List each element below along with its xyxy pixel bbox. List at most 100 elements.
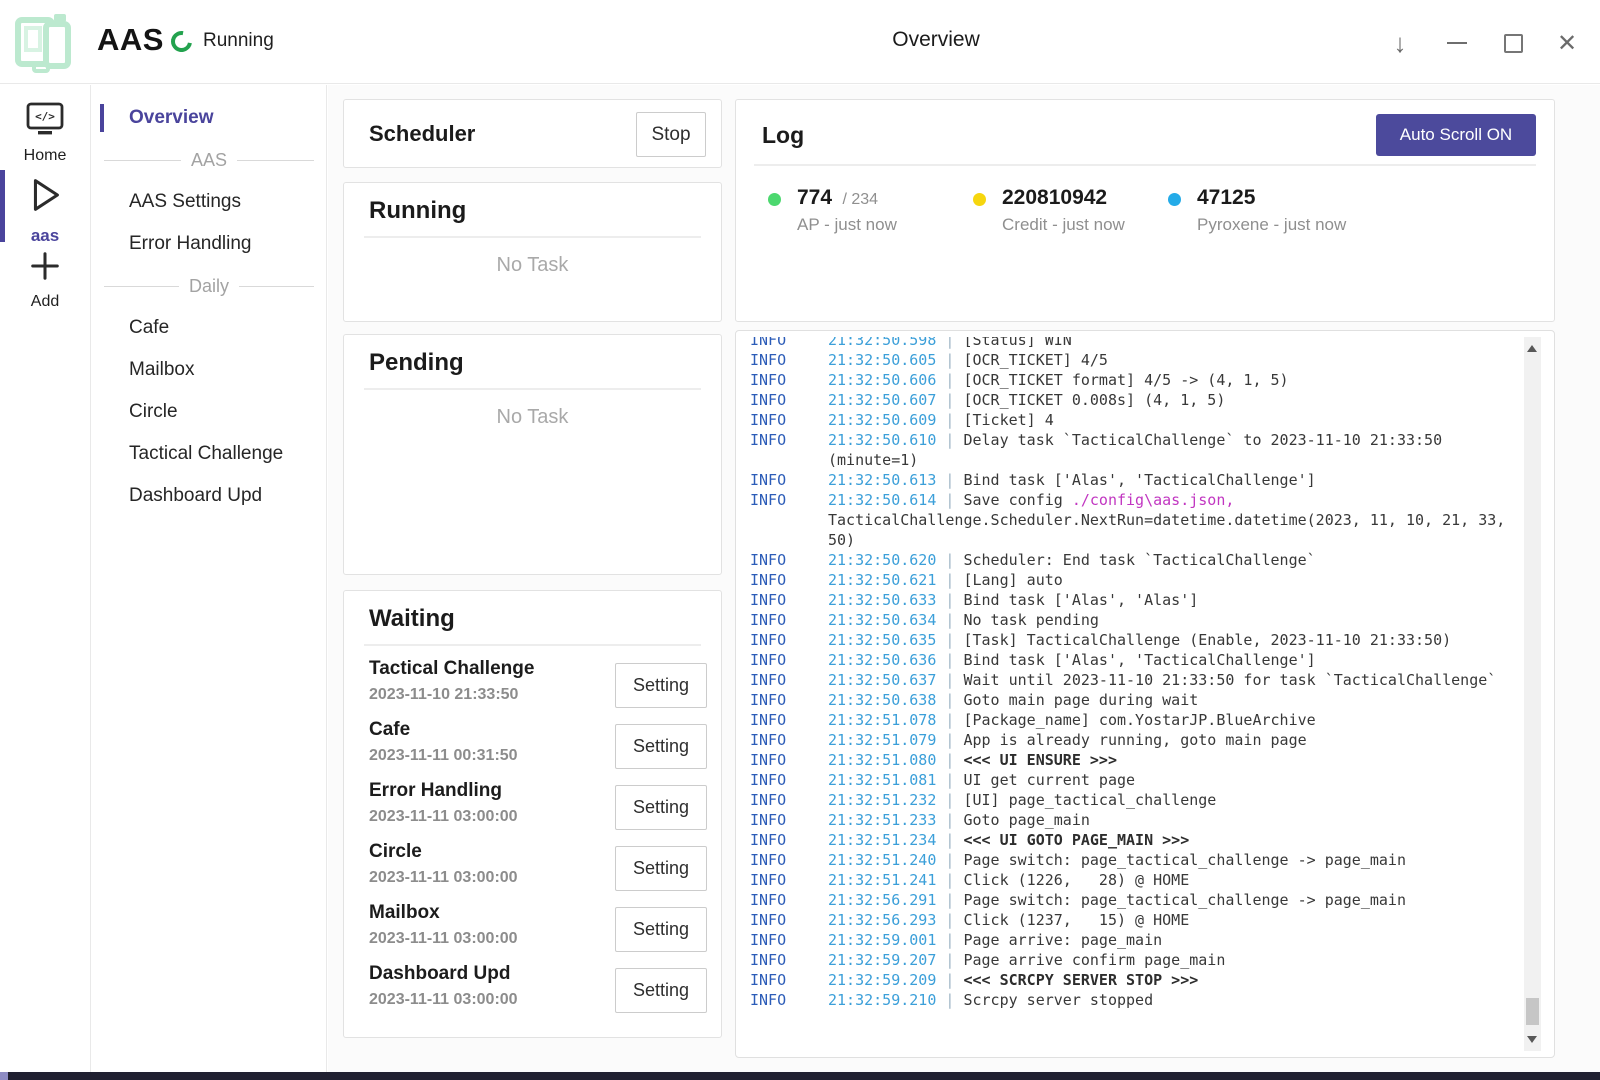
setting-button-tactical-challenge[interactable]: Setting — [615, 663, 707, 708]
log-message: 21:32:50.634 | No task pending — [828, 610, 1508, 630]
waiting-task-next-run: 2023-11-10 21:33:50 — [369, 686, 518, 704]
sidebar-item-mailbox[interactable]: Mailbox — [92, 349, 326, 391]
titlebar: AAS Running Overview ↓ ✕ — [0, 0, 1600, 84]
setting-button-dashboard-upd[interactable]: Setting — [615, 968, 707, 1013]
sidebar-item-tactical-challenge[interactable]: Tactical Challenge — [92, 433, 326, 475]
log-level: INFO — [750, 550, 828, 570]
log-message: 21:32:51.234 | <<< UI GOTO PAGE_MAIN >>> — [828, 830, 1508, 850]
log-message: 21:32:51.240 | Page switch: page_tactica… — [828, 850, 1508, 870]
waiting-task-name: Dashboard Upd — [369, 963, 510, 985]
log-message: 21:32:51.233 | Goto page_main — [828, 810, 1508, 830]
log-message: 21:32:51.080 | <<< UI ENSURE >>> — [828, 750, 1508, 770]
log-message: 21:32:56.291 | Page switch: page_tactica… — [828, 890, 1508, 910]
setting-button-mailbox[interactable]: Setting — [615, 907, 707, 952]
scrollbar-up-arrow-icon[interactable] — [1527, 345, 1537, 352]
setting-button-error-handling[interactable]: Setting — [615, 785, 707, 830]
scheduler-stop-button[interactable]: Stop — [636, 112, 706, 157]
log-message: 21:32:50.636 | Bind task ['Alas', 'Tacti… — [828, 650, 1508, 670]
log-message: 21:32:51.079 | App is already running, g… — [828, 730, 1508, 750]
log-message: 21:32:50.598 | [Status] WIN — [828, 337, 1508, 350]
sidebar-item-cafe[interactable]: Cafe — [92, 307, 326, 349]
log-line: INFO 21:32:50.633 | Bind task ['Alas', '… — [750, 590, 1508, 610]
sidebar-item-circle[interactable]: Circle — [92, 391, 326, 433]
waiting-task-name: Cafe — [369, 719, 410, 741]
nav-item-label: Tactical Challenge — [129, 443, 283, 464]
page-title: Overview — [836, 28, 1036, 52]
running-card: Running No Task — [343, 182, 722, 322]
log-line: INFO 21:32:59.209 | <<< SCRCPY SERVER ST… — [750, 970, 1508, 990]
log-line: INFO 21:32:50.638 | Goto main page durin… — [750, 690, 1508, 710]
maximize-button[interactable] — [1494, 24, 1532, 62]
icon-rail: </> Home aas Add — [0, 85, 91, 1072]
scheduler-status-text: Running — [203, 30, 274, 52]
log-message: 21:32:50.621 | [Lang] auto — [828, 570, 1508, 590]
scrollbar-down-arrow-icon[interactable] — [1527, 1036, 1537, 1043]
log-level: INFO — [750, 910, 828, 930]
stat-value: 220810942 — [1002, 186, 1107, 209]
log-level: INFO — [750, 830, 828, 850]
log-level: INFO — [750, 990, 828, 1010]
log-message: 21:32:50.613 | Bind task ['Alas', 'Tacti… — [828, 470, 1508, 490]
log-message: 21:32:50.614 | Save config ./config\aas.… — [828, 490, 1508, 550]
log-message: 21:32:50.635 | [Task] TacticalChallenge … — [828, 630, 1508, 650]
sidebar-item-dashboard-upd[interactable]: Dashboard Upd — [92, 475, 326, 517]
log-line: INFO 21:32:51.234 | <<< UI GOTO PAGE_MAI… — [750, 830, 1508, 850]
auto-scroll-toggle-button[interactable]: Auto Scroll ON — [1376, 114, 1536, 156]
stat-dot-icon — [768, 193, 781, 206]
log-line: INFO 21:32:51.079 | App is already runni… — [750, 730, 1508, 750]
waiting-task-list: Tactical Challenge 2023-11-10 21:33:50 S… — [344, 646, 721, 1020]
waiting-task-next-run: 2023-11-11 03:00:00 — [369, 991, 518, 1009]
rail-item-add[interactable]: Add — [0, 249, 90, 311]
rail-item-aas[interactable]: aas — [0, 171, 90, 246]
sidebar-group-divider: Daily — [92, 265, 326, 307]
close-button[interactable]: ✕ — [1548, 24, 1586, 62]
divider-label: AAS — [191, 150, 227, 171]
log-line: INFO 21:32:50.634 | No task pending — [750, 610, 1508, 630]
log-level: INFO — [750, 570, 828, 590]
rail-item-home[interactable]: </> Home — [0, 101, 90, 165]
log-scrollbar-thumb[interactable] — [1526, 998, 1539, 1025]
waiting-task-name: Mailbox — [369, 902, 440, 924]
log-level: INFO — [750, 690, 828, 710]
stat-suffix: / 234 — [838, 191, 878, 208]
log-level: INFO — [750, 650, 828, 670]
sidebar-item-error-handling[interactable]: Error Handling — [92, 223, 326, 265]
sidebar-item-overview[interactable]: Overview — [92, 97, 326, 139]
waiting-task-name: Tactical Challenge — [369, 658, 534, 680]
log-line: INFO 21:32:50.636 | Bind task ['Alas', '… — [750, 650, 1508, 670]
setting-button-cafe[interactable]: Setting — [615, 724, 707, 769]
running-spinner-icon — [167, 27, 196, 56]
log-line: INFO 21:32:56.291 | Page switch: page_ta… — [750, 890, 1508, 910]
log-message: 21:32:56.293 | Click (1237, 15) @ HOME — [828, 910, 1508, 930]
plus-icon — [27, 249, 63, 283]
log-scrollbar[interactable] — [1524, 337, 1541, 1051]
minimize-icon — [1447, 42, 1467, 44]
setting-button-circle[interactable]: Setting — [615, 846, 707, 891]
log-line: INFO 21:32:50.637 | Wait until 2023-11-1… — [750, 670, 1508, 690]
log-line: INFO 21:32:50.613 | Bind task ['Alas', '… — [750, 470, 1508, 490]
log-message: 21:32:59.209 | <<< SCRCPY SERVER STOP >>… — [828, 970, 1508, 990]
waiting-task-row: Mailbox 2023-11-11 03:00:00 Setting — [344, 898, 721, 959]
log-line: INFO 21:32:51.078 | [Package_name] com.Y… — [750, 710, 1508, 730]
divider-line — [104, 286, 179, 287]
stat-pyroxene: 47125 Pyroxene - just now — [1168, 186, 1346, 235]
divider-line — [237, 160, 314, 161]
collapse-window-button[interactable]: ↓ — [1381, 24, 1419, 62]
minimize-button[interactable] — [1438, 24, 1476, 62]
nav-item-label: Cafe — [129, 317, 169, 338]
svg-text:</>: </> — [35, 110, 55, 123]
divider-line — [104, 160, 181, 161]
log-level: INFO — [750, 750, 828, 770]
running-empty-text: No Task — [344, 254, 721, 277]
log-level: INFO — [750, 790, 828, 810]
divider-label: Daily — [189, 276, 229, 297]
log-level: INFO — [750, 730, 828, 750]
stat-ap: 774 / 234 AP - just now — [768, 186, 897, 235]
waiting-title: Waiting — [344, 591, 721, 644]
log-message: 21:32:50.637 | Wait until 2023-11-10 21:… — [828, 670, 1508, 690]
log-line: INFO 21:32:56.293 | Click (1237, 15) @ H… — [750, 910, 1508, 930]
waiting-task-next-run: 2023-11-11 03:00:00 — [369, 930, 518, 948]
nav-item-label: Dashboard Upd — [129, 485, 262, 506]
sidebar-item-aas-settings[interactable]: AAS Settings — [92, 181, 326, 223]
log-scroll-area[interactable]: INFO 21:32:50.598 | [Status] WIN INFO 21… — [750, 337, 1508, 1047]
